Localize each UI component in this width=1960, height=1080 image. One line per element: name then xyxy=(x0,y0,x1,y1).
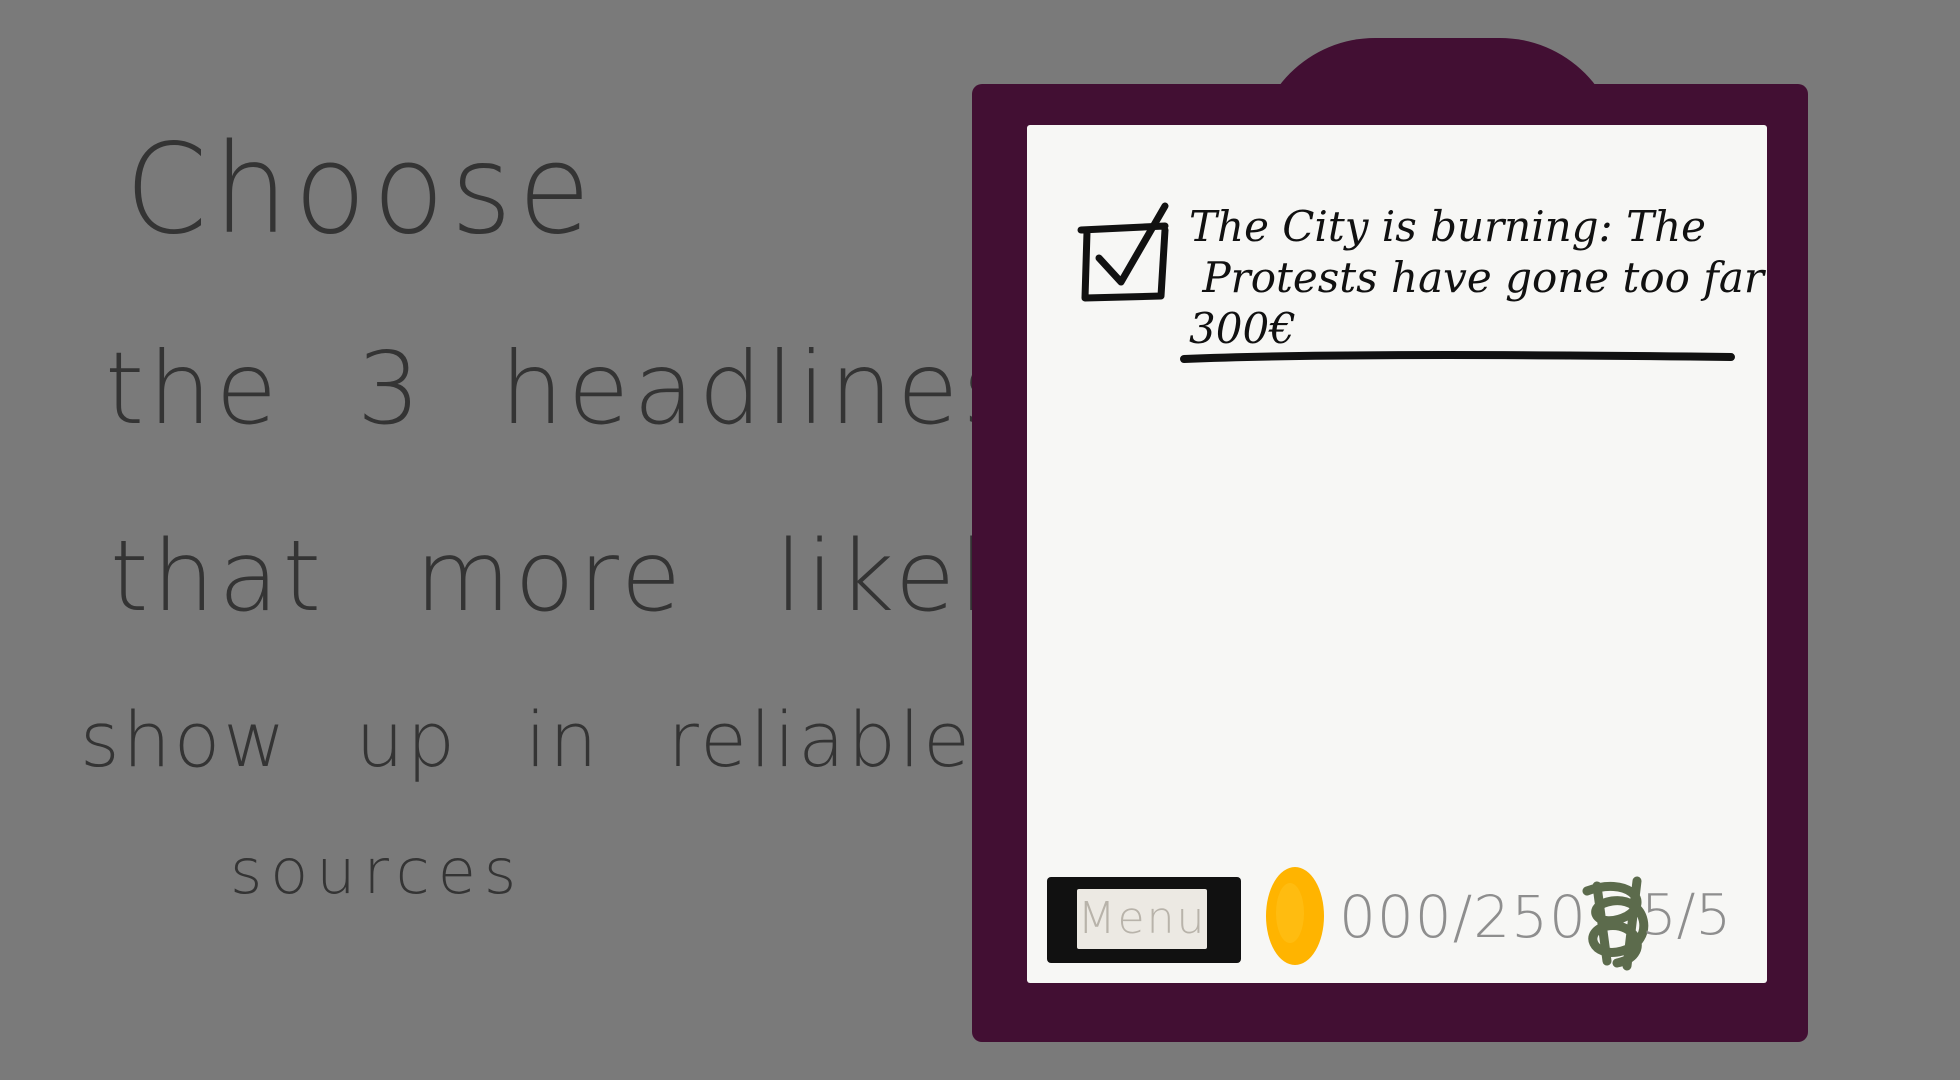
checkbox-checked-icon[interactable] xyxy=(1069,200,1179,310)
menu-button-label: Menu xyxy=(1077,889,1207,949)
instruction-line-1: Choose xyxy=(125,116,597,262)
progress-counter: 5/5 xyxy=(1641,883,1732,948)
headline-item[interactable]: The City is burning: The Protests have g… xyxy=(1047,165,1764,365)
headline-line-1: The City is burning: The xyxy=(1189,202,1706,251)
headline-paper: The City is burning: The Protests have g… xyxy=(1027,125,1767,983)
money-counter: 000/250 xyxy=(1339,883,1587,951)
instruction-line-5: sources xyxy=(230,835,525,908)
coin-icon xyxy=(1266,867,1324,965)
headline-text: The City is burning: The Protests have g… xyxy=(1189,201,1764,354)
instruction-line-2: the 3 headlines xyxy=(105,330,1019,447)
instructions-panel: Choose the 3 headlines that more likely … xyxy=(0,0,1048,1080)
instruction-line-3: that more likely xyxy=(110,520,1053,634)
headline-underline xyxy=(1180,351,1735,363)
menu-button[interactable]: Menu xyxy=(1047,877,1241,963)
instruction-line-4: show up in reliable xyxy=(80,695,973,784)
headline-line-2: Protests have gone too far xyxy=(1189,253,1764,302)
